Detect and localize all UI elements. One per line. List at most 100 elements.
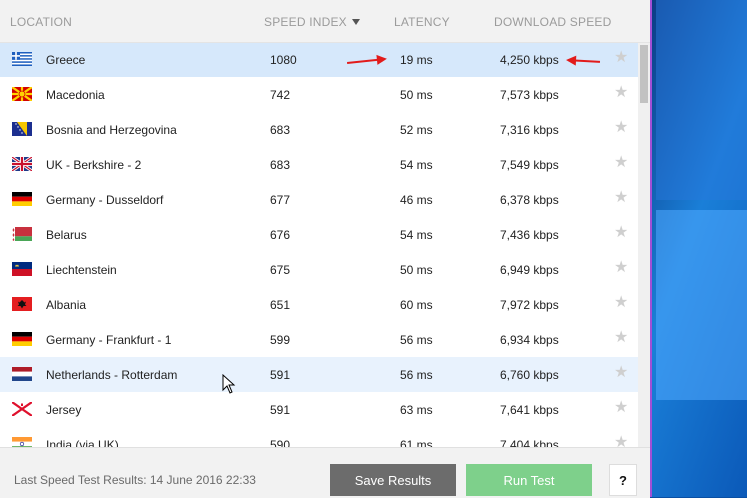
flag-uk-icon [12, 157, 32, 171]
window-logo-pane-top [656, 0, 747, 200]
location-cell: Albania [46, 298, 87, 312]
download-speed-cell: 6,378 kbps [500, 193, 559, 207]
speed-index-cell: 683 [270, 123, 291, 137]
location-cell: Jersey [46, 403, 82, 417]
speed-test-window: LOCATION SPEED INDEX LATENCY DOWNLOAD SP… [0, 0, 652, 498]
favorite-star-icon[interactable]: ★ [614, 295, 628, 311]
favorite-star-icon[interactable]: ★ [614, 225, 628, 241]
sort-down-icon [351, 19, 360, 25]
flag-jersey-icon [12, 402, 32, 416]
location-cell: India (via UK) [46, 438, 119, 447]
latency-cell: 52 ms [400, 123, 433, 137]
flag-germany-icon [12, 192, 32, 206]
flag-netherlands-icon [12, 367, 32, 381]
favorite-star-icon[interactable]: ★ [614, 330, 628, 346]
favorite-star-icon[interactable]: ★ [614, 120, 628, 136]
download-speed-cell: 7,436 kbps [500, 228, 559, 242]
speed-index-cell: 599 [270, 333, 291, 347]
download-speed-cell: 7,573 kbps [500, 88, 559, 102]
table-row[interactable]: Netherlands - Rotterdam 591 56 ms 6,760 kbp… [0, 357, 638, 392]
location-cell: Germany - Frankfurt - 1 [46, 333, 172, 347]
download-speed-cell: 7,972 kbps [500, 298, 559, 312]
speed-index-cell: 591 [270, 368, 291, 382]
scrollbar[interactable] [638, 43, 650, 447]
favorite-star-icon[interactable]: ★ [614, 190, 628, 206]
flag-liechtenstein-icon [12, 262, 32, 276]
download-speed-cell: 7,316 kbps [500, 123, 559, 137]
favorite-star-icon[interactable]: ★ [614, 365, 628, 381]
latency-cell: 54 ms [400, 228, 433, 242]
favorite-star-icon[interactable]: ★ [614, 435, 628, 448]
table-row[interactable]: Macedonia 742 50 ms 7,573 kbps ★ [0, 77, 638, 112]
table-row[interactable]: Bosnia and Herzegovina 683 52 ms 7,316 kbps… [0, 112, 638, 147]
latency-cell: 50 ms [400, 88, 433, 102]
save-results-button[interactable]: Save Results [330, 464, 456, 496]
download-speed-cell: 7,641 kbps [500, 403, 559, 417]
table-row[interactable]: Albania 651 60 ms 7,972 kbps ★ [0, 287, 638, 322]
location-cell: Bosnia and Herzegovina [46, 123, 177, 137]
help-button[interactable]: ? [609, 464, 637, 496]
download-speed-cell: 7,549 kbps [500, 158, 559, 172]
table-header: LOCATION SPEED INDEX LATENCY DOWNLOAD SP… [0, 0, 650, 43]
table-row[interactable]: UK - Berkshire - 2 683 54 ms 7,549 kbps ★ [0, 147, 638, 182]
table-row[interactable]: Greece 1080 19 ms 4,250 kbps ★ [0, 43, 638, 77]
favorite-star-icon[interactable]: ★ [614, 155, 628, 171]
last-results-text: Last Speed Test Results: 14 June 2016 22… [14, 473, 256, 487]
speed-index-cell: 590 [270, 438, 291, 447]
speed-index-cell: 677 [270, 193, 291, 207]
favorite-star-icon[interactable]: ★ [614, 400, 628, 416]
location-cell: Netherlands - Rotterdam [46, 368, 178, 382]
flag-bosnia-icon [12, 122, 32, 136]
location-cell: Greece [46, 53, 86, 67]
speed-index-cell: 591 [270, 403, 291, 417]
table-row[interactable]: Liechtenstein 675 50 ms 6,949 kbps ★ [0, 252, 638, 287]
speed-index-cell: 683 [270, 158, 291, 172]
favorite-star-icon[interactable]: ★ [614, 85, 628, 101]
scrollbar-thumb[interactable] [640, 45, 648, 103]
speed-index-cell: 1080 [270, 53, 297, 67]
latency-cell: 63 ms [400, 403, 433, 417]
header-download-speed[interactable]: DOWNLOAD SPEED [494, 15, 612, 29]
speed-index-cell: 651 [270, 298, 291, 312]
favorite-star-icon[interactable]: ★ [614, 50, 628, 66]
table-row[interactable]: Germany - Frankfurt - 1 599 56 ms 6,934 kbp… [0, 322, 638, 357]
flag-germany-icon [12, 332, 32, 346]
location-cell: Liechtenstein [46, 263, 117, 277]
download-speed-cell: 7,404 kbps [500, 438, 559, 447]
latency-cell: 61 ms [400, 438, 433, 447]
header-speed-index[interactable]: SPEED INDEX [264, 15, 360, 29]
table-row[interactable]: Belarus 676 54 ms 7,436 kbps ★ [0, 217, 638, 252]
latency-cell: 60 ms [400, 298, 433, 312]
speed-index-cell: 675 [270, 263, 291, 277]
footer-bar: Last Speed Test Results: 14 June 2016 22… [0, 447, 650, 498]
latency-cell: 50 ms [400, 263, 433, 277]
flag-india-icon [12, 437, 32, 447]
speed-index-cell: 742 [270, 88, 291, 102]
server-list: Greece 1080 19 ms 4,250 kbps ★ Macedonia 742 50… [0, 43, 638, 447]
latency-cell: 56 ms [400, 333, 433, 347]
speed-index-cell: 676 [270, 228, 291, 242]
location-cell: Macedonia [46, 88, 105, 102]
download-speed-cell: 6,760 kbps [500, 368, 559, 382]
latency-cell: 46 ms [400, 193, 433, 207]
table-row[interactable]: Germany - Dusseldorf 677 46 ms 6,378 kbps ★ [0, 182, 638, 217]
flag-macedonia-icon [12, 87, 32, 101]
header-speed-index-label: SPEED INDEX [264, 15, 347, 29]
header-location[interactable]: LOCATION [10, 15, 72, 29]
flag-greece-icon [12, 52, 32, 66]
flag-albania-icon [12, 297, 32, 311]
location-cell: Belarus [46, 228, 87, 242]
window-logo-pane-bottom [656, 210, 747, 400]
latency-cell: 54 ms [400, 158, 433, 172]
mouse-cursor-icon [222, 374, 236, 394]
header-latency[interactable]: LATENCY [394, 15, 450, 29]
latency-cell: 19 ms [400, 53, 433, 67]
location-cell: UK - Berkshire - 2 [46, 158, 142, 172]
table-row[interactable]: India (via UK) 590 61 ms 7,404 kbps ★ [0, 427, 638, 447]
flag-belarus-icon [12, 227, 32, 241]
favorite-star-icon[interactable]: ★ [614, 260, 628, 276]
table-row[interactable]: Jersey 591 63 ms 7,641 kbps ★ [0, 392, 638, 427]
download-speed-cell: 6,934 kbps [500, 333, 559, 347]
run-test-button[interactable]: Run Test [466, 464, 592, 496]
desktop-background [652, 0, 747, 497]
